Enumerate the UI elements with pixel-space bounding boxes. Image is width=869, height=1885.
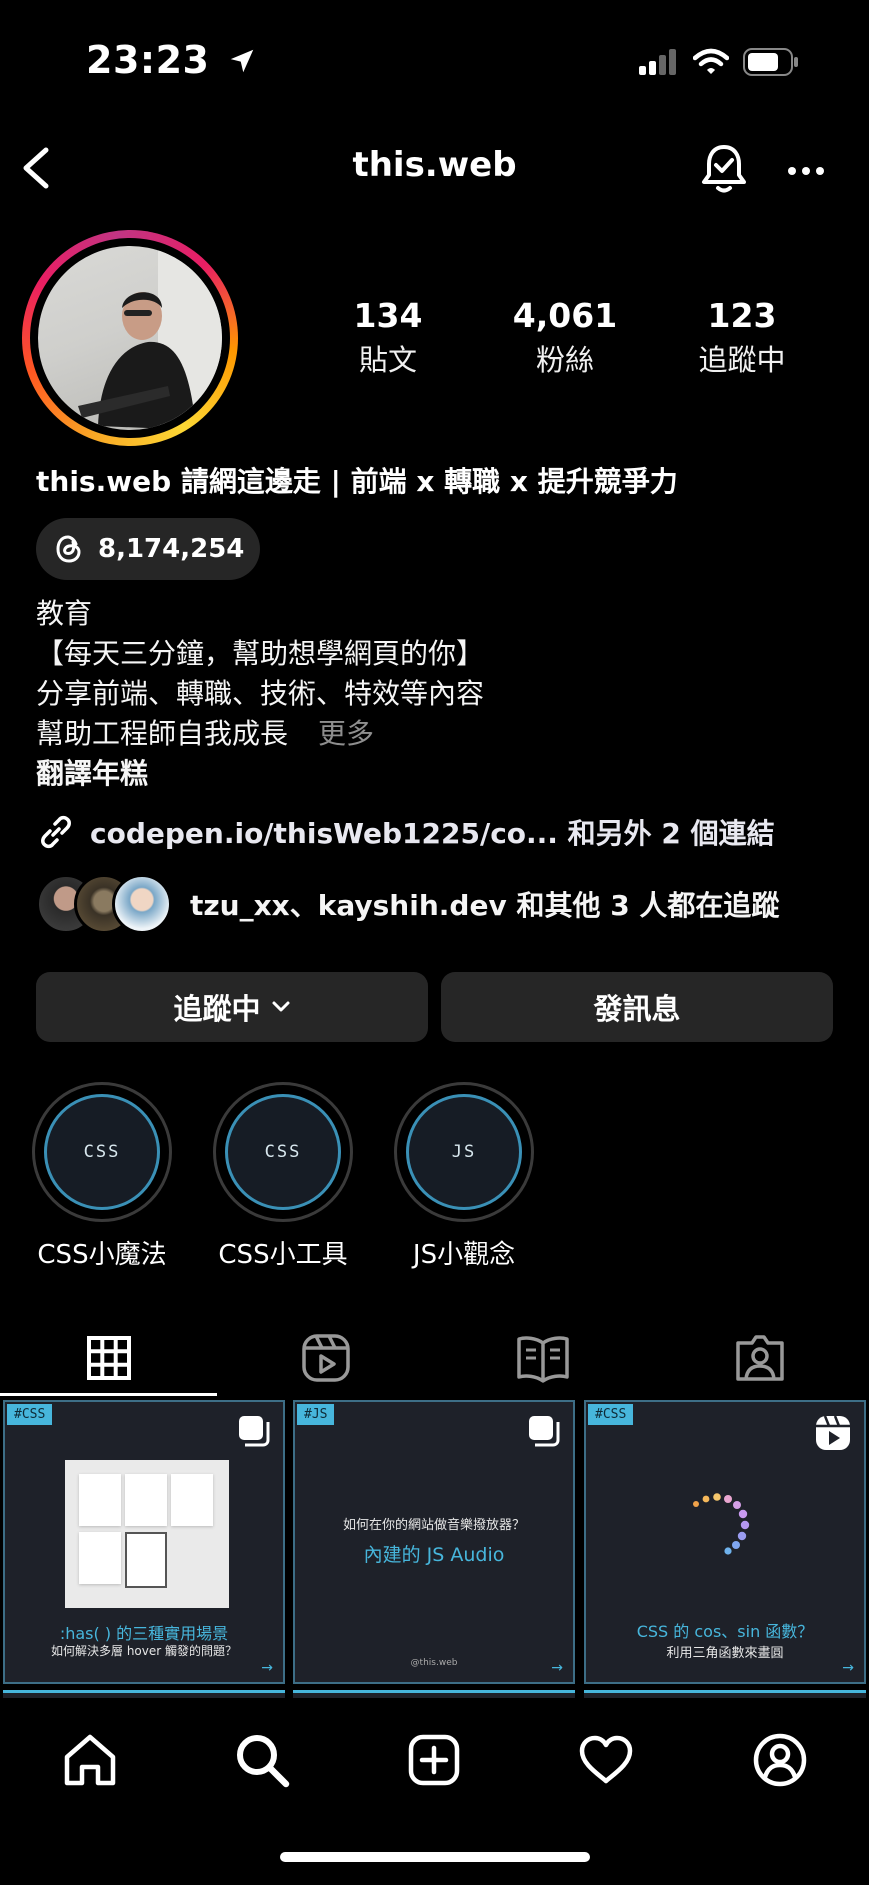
bio-more-link[interactable]: 更多: [318, 717, 374, 750]
link-icon: [41, 815, 71, 849]
tab-guides[interactable]: [434, 1320, 651, 1396]
chevron-down-icon: [272, 1001, 289, 1012]
post-tag: #CSS: [7, 1404, 53, 1425]
followed-by[interactable]: tzu_xx、kayshih.dev 和其他 3 人都在追蹤: [36, 874, 779, 934]
highlight-label: CSS小魔法: [37, 1240, 167, 1270]
following-count[interactable]: 123 追蹤中: [667, 296, 817, 379]
home-indicator: [280, 1852, 590, 1862]
bio-line: 幫助工程師自我成長: [36, 717, 289, 750]
profile-category: 教育: [36, 597, 93, 630]
highlight-cover: CSS: [225, 1094, 341, 1210]
post-thumbnail-peek[interactable]: [293, 1690, 575, 1698]
post-thumbnail[interactable]: #JS 如何在你的網站做音樂撥放器？ 內建的 JS Audio @this.we…: [293, 1400, 575, 1684]
message-button-label: 發訊息: [593, 992, 681, 1026]
tab-posts-grid[interactable]: [0, 1320, 217, 1396]
post-illustration: [65, 1460, 229, 1608]
profile-avatar[interactable]: [22, 230, 238, 446]
notification-bell-button[interactable]: [700, 142, 748, 198]
grid-icon: [86, 1336, 131, 1380]
highlight-cover: CSS: [44, 1094, 160, 1210]
nav-activity[interactable]: [571, 1725, 641, 1795]
post-thumbnail[interactable]: #CSS :has( ) 的三種實用場景 如何解決多層 hover 觸發的問題？…: [3, 1400, 285, 1684]
reel-icon: [816, 1415, 850, 1450]
arrow-right-icon: →: [261, 1660, 273, 1676]
posts-count-value: 134: [353, 296, 423, 335]
highlight-cover: JS: [406, 1094, 522, 1210]
followers-count-value: 4,061: [512, 296, 618, 335]
highlight-css-tools[interactable]: CSS CSS小工具: [211, 1082, 355, 1271]
posts-count-label: 貼文: [358, 343, 417, 377]
threads-icon: [56, 535, 81, 563]
bio: 教育 【每天三分鐘，幫助想學網頁的你】 分享前端、轉職、技術、特效等內容 幫助工…: [36, 594, 484, 794]
arrow-right-icon: →: [842, 1660, 854, 1676]
plus-square-icon: [408, 1734, 460, 1786]
bio-line: 分享前端、轉職、技術、特效等內容: [36, 677, 485, 710]
carousel-icon: [529, 1416, 560, 1447]
post-thumbnail-peek[interactable]: [584, 1690, 866, 1698]
status-time: 23:23: [86, 38, 257, 82]
post-credit: @this.web: [410, 1658, 458, 1668]
post-thumbnail[interactable]: #CSS CSS 的 cos、sin 函數？ 利用三角函數來畫圓 →: [584, 1400, 866, 1684]
highlight-css-magic[interactable]: CSS CSS小魔法: [30, 1082, 174, 1271]
wifi-icon: [693, 48, 729, 74]
nav-search[interactable]: [227, 1725, 297, 1795]
post-title: :has( ) 的三種實用場景: [59, 1624, 229, 1643]
post-title: 內建的 JS Audio: [363, 1544, 505, 1566]
following-button-label: 追蹤中: [173, 992, 261, 1026]
more-options-button[interactable]: [786, 156, 826, 190]
following-count-label: 追蹤中: [698, 343, 786, 377]
reels-icon: [301, 1334, 350, 1382]
external-link[interactable]: codepen.io/thisWeb1225/co... 和另外 2 個連結: [36, 812, 775, 852]
followed-by-text: tzu_xx、kayshih.dev 和其他 3 人都在追蹤: [190, 889, 780, 922]
followers-count[interactable]: 4,061 粉絲: [490, 296, 640, 379]
tagged-person-icon: [735, 1335, 784, 1381]
carousel-icon: [239, 1416, 270, 1447]
post-title: CSS 的 cos、sin 函數？: [636, 1622, 814, 1641]
following-count-value: 123: [707, 296, 777, 335]
heart-icon: [579, 1735, 633, 1784]
guide-book-icon: [516, 1336, 569, 1383]
profile-name: this.web 請網這邊走 | 前端 x 轉職 x 提升競爭力: [36, 465, 678, 498]
active-tab-indicator: [0, 1393, 217, 1396]
follower-avatar: [112, 874, 172, 934]
followers-count-label: 粉絲: [535, 343, 594, 377]
threads-badge[interactable]: 8,174,254: [36, 518, 260, 580]
post-subtitle: 如何解決多層 hover 觸發的問題？: [51, 1644, 237, 1658]
tab-reels[interactable]: [217, 1320, 434, 1396]
more-dots-icon: [788, 167, 824, 175]
highlight-label: CSS小工具: [218, 1240, 348, 1270]
message-button[interactable]: 發訊息: [441, 972, 833, 1042]
post-subtitle: 利用三角函數來畫圓: [666, 1646, 784, 1661]
signal-icon: [639, 49, 676, 75]
highlight-js-concepts[interactable]: JS JS小觀念: [392, 1082, 536, 1271]
translate-link[interactable]: 翻譯年糕: [36, 754, 484, 794]
battery-icon: [743, 48, 798, 76]
nav-create[interactable]: [399, 1725, 469, 1795]
search-icon: [237, 1735, 290, 1788]
highlight-label: JS小觀念: [412, 1240, 516, 1270]
bio-line: 【每天三分鐘，幫助想學網頁的你】: [36, 637, 485, 670]
following-button[interactable]: 追蹤中: [36, 972, 428, 1042]
nav-home[interactable]: [55, 1725, 125, 1795]
posts-count[interactable]: 134 貼文: [313, 296, 463, 379]
dot-circle-illustration: [693, 1493, 750, 1555]
threads-count: 8,174,254: [98, 534, 245, 564]
external-link-text: codepen.io/thisWeb1225/co... 和另外 2 個連結: [90, 817, 775, 850]
person-at-desk-image: [78, 246, 222, 430]
bell-check-icon: [702, 145, 746, 193]
status-icons: [639, 48, 799, 76]
post-tag: #JS: [297, 1404, 335, 1425]
post-question: 如何在你的網站做音樂撥放器？: [342, 1518, 525, 1533]
avatar-photo: [38, 246, 222, 430]
post-thumbnail-peek[interactable]: [3, 1690, 285, 1698]
post-tag: #CSS: [588, 1404, 634, 1425]
profile-icon: [753, 1733, 807, 1787]
arrow-right-icon: →: [551, 1660, 563, 1676]
home-icon: [64, 1734, 116, 1786]
nav-profile[interactable]: [745, 1725, 815, 1795]
tab-tagged[interactable]: [651, 1320, 868, 1396]
location-arrow-icon: [230, 49, 254, 73]
